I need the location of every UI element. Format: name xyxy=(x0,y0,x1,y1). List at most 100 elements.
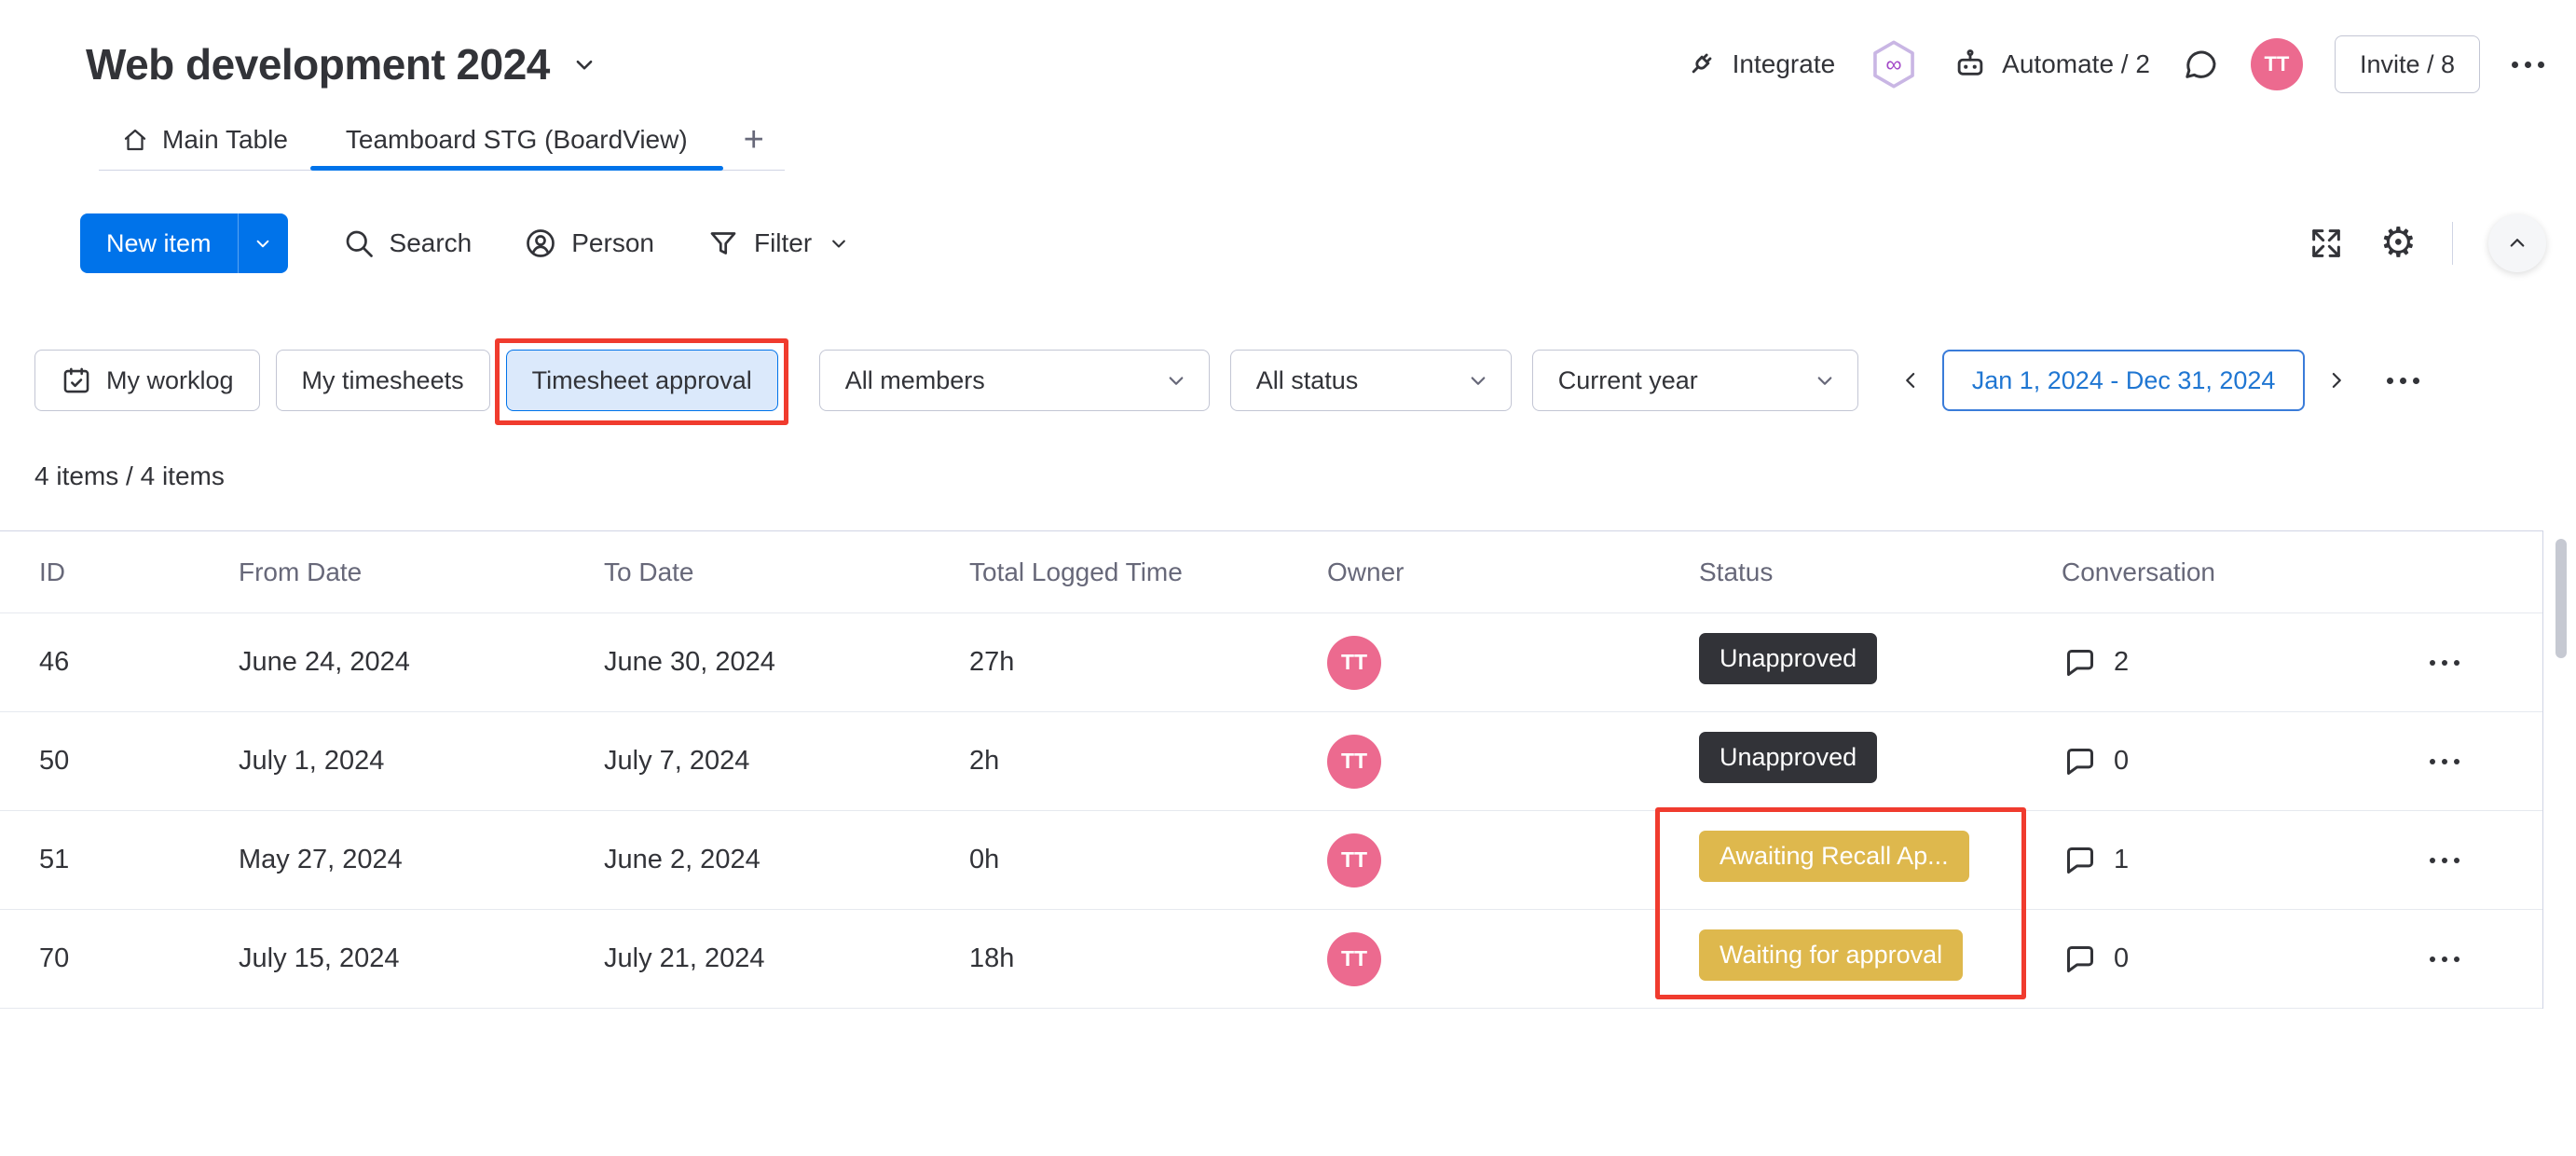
status-badge[interactable]: Awaiting Recall Ap... xyxy=(1699,831,1969,882)
cell-conversation: 2 xyxy=(2062,644,2386,681)
filter-more-options-icon[interactable] xyxy=(2387,377,2420,384)
owner-avatar[interactable]: TT xyxy=(1327,833,1381,888)
filter-bar: My worklog My timesheets Timesheet appro… xyxy=(34,338,2548,425)
integrate-button[interactable]: Integrate xyxy=(1683,47,1836,82)
conversation-bubble-icon[interactable] xyxy=(2062,842,2099,879)
status-badge[interactable]: Unapproved xyxy=(1699,633,1878,684)
cell-from-date[interactable]: July 1, 2024 xyxy=(239,746,604,777)
conversation-count: 1 xyxy=(2114,845,2130,874)
column-header-id[interactable]: ID xyxy=(39,557,239,587)
tab-teamboard-stg[interactable]: Teamboard STG (BoardView) xyxy=(309,110,723,171)
cell-total-time: 27h xyxy=(969,647,1015,677)
owner-avatar[interactable]: TT xyxy=(1327,931,1381,986)
cell-total-time: 18h xyxy=(969,943,1015,973)
cell-from-date[interactable]: July 15, 2024 xyxy=(239,943,604,974)
person-icon xyxy=(524,227,557,260)
column-header-conversation[interactable]: Conversation xyxy=(2062,557,2386,587)
row-menu-icon[interactable] xyxy=(2430,659,2460,666)
column-header-from-date[interactable]: From Date xyxy=(239,557,604,587)
table-row[interactable]: 70 July 15, 2024 July 21, 2024 18h TT Wa… xyxy=(0,910,2542,1009)
column-header-status[interactable]: Status xyxy=(1699,557,2062,587)
automate-robot-icon xyxy=(1953,47,1988,82)
status-badge[interactable]: Waiting for approval xyxy=(1699,929,1964,981)
period-dropdown-value: Current year xyxy=(1557,365,1698,394)
cell-from-date[interactable]: June 24, 2024 xyxy=(239,647,604,678)
board-tabs: Main Table Teamboard STG (BoardView) + xyxy=(99,110,785,171)
fullscreen-icon[interactable] xyxy=(2308,225,2345,262)
column-header-total-logged-time[interactable]: Total Logged Time xyxy=(969,557,1327,587)
conversation-bubble-icon[interactable] xyxy=(2062,941,2099,978)
integrate-label: Integrate xyxy=(1732,49,1836,78)
members-dropdown[interactable]: All members xyxy=(818,350,1210,411)
cell-to-date[interactable]: July 21, 2024 xyxy=(604,943,969,974)
conversation-bubble-icon[interactable] xyxy=(2062,644,2099,681)
integrations-hexagon-badge-icon[interactable]: ∞ xyxy=(1867,37,1921,91)
table-row[interactable]: 50 July 1, 2024 July 7, 2024 2h TT Unapp… xyxy=(0,712,2542,811)
column-header-owner[interactable]: Owner xyxy=(1327,557,1699,587)
cell-status: Unapproved xyxy=(1699,732,2062,791)
cell-status: Awaiting Recall Ap... xyxy=(1699,831,2062,889)
cell-actions xyxy=(2386,857,2503,863)
board-header: Web development 2024 Integrate ∞ Automat… xyxy=(0,0,2576,93)
cell-to-date[interactable]: July 7, 2024 xyxy=(604,746,969,777)
header-more-options-icon[interactable] xyxy=(2512,61,2544,68)
conversation-bubble-icon[interactable] xyxy=(2062,743,2099,780)
page-title[interactable]: Web development 2024 xyxy=(86,39,550,89)
collapse-header-button[interactable] xyxy=(2488,214,2546,272)
conversation-count: 0 xyxy=(2114,746,2130,776)
cell-to-date[interactable]: June 2, 2024 xyxy=(604,845,969,875)
owner-avatar[interactable]: TT xyxy=(1327,734,1381,789)
search-button[interactable]: Search xyxy=(342,227,472,260)
column-header-to-date[interactable]: To Date xyxy=(604,557,969,587)
board-title-chevron-down-icon[interactable] xyxy=(569,48,600,80)
status-badge[interactable]: Unapproved xyxy=(1699,732,1878,783)
settings-gear-icon[interactable]: ⚙ xyxy=(2380,223,2417,264)
scrollbar-thumb[interactable] xyxy=(2555,539,2567,658)
vertical-scrollbar[interactable] xyxy=(2555,539,2567,1135)
new-item-label[interactable]: New item xyxy=(80,213,238,273)
filter-chevron-down-icon xyxy=(826,230,852,256)
my-worklog-button[interactable]: My worklog xyxy=(34,350,260,411)
table-row[interactable]: 51 May 27, 2024 June 2, 2024 0h TT Await… xyxy=(0,811,2542,910)
my-timesheets-button[interactable]: My timesheets xyxy=(275,350,490,411)
new-item-button[interactable]: New item xyxy=(80,213,288,273)
person-filter-button[interactable]: Person xyxy=(524,227,654,260)
filter-button[interactable]: Filter xyxy=(706,227,852,260)
status-dropdown[interactable]: All status xyxy=(1229,350,1512,411)
period-dropdown[interactable]: Current year xyxy=(1531,350,1858,411)
chat-icon[interactable] xyxy=(2182,46,2219,83)
cell-owner: TT xyxy=(1327,635,1699,690)
my-timesheets-label: My timesheets xyxy=(301,365,464,394)
previous-period-button[interactable] xyxy=(1885,355,1936,406)
chevron-down-icon xyxy=(1811,366,1839,394)
person-label: Person xyxy=(571,228,654,257)
tab-main-table-label: Main Table xyxy=(162,125,288,154)
table-header-row: ID From Date To Date Total Logged Time O… xyxy=(0,531,2542,613)
date-range-button[interactable]: Jan 1, 2024 - Dec 31, 2024 xyxy=(1941,350,2306,411)
tab-main-table[interactable]: Main Table xyxy=(99,110,310,170)
cell-owner: TT xyxy=(1327,833,1699,888)
timesheet-approval-wrap: Timesheet approval xyxy=(494,338,788,425)
user-avatar[interactable]: TT xyxy=(2250,38,2303,90)
timesheet-approval-button[interactable]: Timesheet approval xyxy=(505,350,778,411)
automate-button[interactable]: Automate / 2 xyxy=(1953,47,2150,82)
owner-avatar[interactable]: TT xyxy=(1327,635,1381,690)
board-page: Web development 2024 Integrate ∞ Automat… xyxy=(0,0,2576,1156)
row-menu-icon[interactable] xyxy=(2430,857,2460,863)
cell-to-date[interactable]: June 30, 2024 xyxy=(604,647,969,678)
cell-id: 70 xyxy=(39,943,70,973)
cell-conversation: 0 xyxy=(2062,941,2386,978)
cell-status: Waiting for approval xyxy=(1699,929,2062,988)
row-menu-icon[interactable] xyxy=(2430,956,2460,962)
next-period-button[interactable] xyxy=(2311,355,2362,406)
invite-button[interactable]: Invite / 8 xyxy=(2334,35,2480,93)
row-menu-icon[interactable] xyxy=(2430,758,2460,764)
date-range-label: Jan 1, 2024 - Dec 31, 2024 xyxy=(1971,365,2276,394)
conversation-count: 0 xyxy=(2114,943,2130,973)
cell-from-date[interactable]: May 27, 2024 xyxy=(239,845,604,875)
cell-owner: TT xyxy=(1327,734,1699,789)
add-view-tab[interactable]: + xyxy=(723,110,785,170)
cell-id: 50 xyxy=(39,746,70,776)
new-item-dropdown-button[interactable] xyxy=(237,213,288,273)
table-row[interactable]: 46 June 24, 2024 June 30, 2024 27h TT Un… xyxy=(0,613,2542,712)
